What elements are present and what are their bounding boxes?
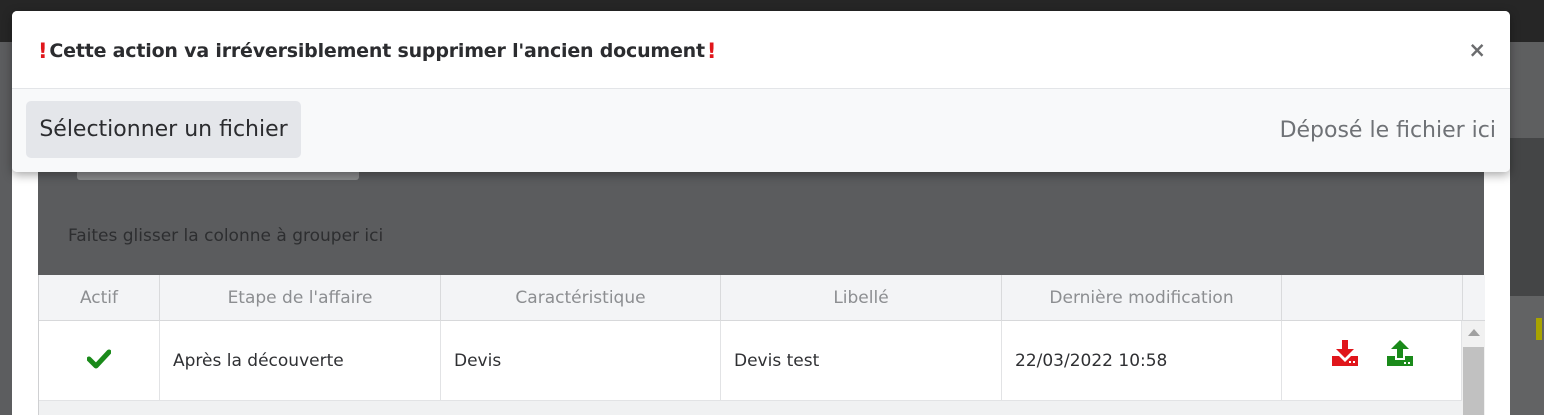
download-icon[interactable]: [1330, 339, 1360, 367]
scroll-up-arrow-icon[interactable]: [1468, 329, 1480, 336]
drop-hint: Déposé le fichier ici: [1279, 118, 1496, 143]
cell-caracteristique: Devis: [441, 321, 721, 401]
column-header-modification[interactable]: Dernière modification: [1002, 275, 1282, 321]
modal-title: ! Cette action va irréversiblement suppr…: [36, 39, 718, 63]
cell-actif: [39, 321, 160, 401]
upload-modal: ! Cette action va irréversiblement suppr…: [12, 11, 1510, 172]
modal-header: ! Cette action va irréversiblement suppr…: [12, 11, 1510, 89]
column-header-etape[interactable]: Etape de l'affaire: [160, 275, 441, 321]
table-header: Actif Etape de l'affaire Caractéristique…: [39, 275, 1485, 321]
scroll-thumb[interactable]: [1463, 347, 1484, 415]
page-right-block: [1510, 296, 1544, 415]
page-right-block: [1510, 138, 1544, 296]
column-header-actions: [1282, 275, 1463, 321]
table-scrollbar[interactable]: [1462, 321, 1485, 415]
select-file-button[interactable]: Sélectionner un fichier: [26, 101, 301, 158]
page-right-block: [1510, 42, 1544, 138]
file-drop-zone[interactable]: Sélectionner un fichier Déposé le fichie…: [12, 89, 1510, 172]
column-header-libelle[interactable]: Libellé: [721, 275, 1002, 321]
column-header-actif[interactable]: Actif: [39, 275, 160, 321]
modal-title-text: Cette action va irréversiblement supprim…: [49, 40, 705, 62]
cell-etape: Après la découverte: [160, 321, 441, 401]
cell-actions: [1282, 321, 1462, 401]
page-left-edge: [0, 42, 12, 415]
page-right-edge: [1510, 42, 1544, 415]
group-panel-hint: Faites glisser la colonne à grouper ici: [68, 226, 384, 246]
cell-libelle: Devis test: [721, 321, 1002, 401]
warning-exclamation-icon: !: [38, 39, 48, 63]
warning-exclamation-icon: !: [706, 39, 717, 63]
close-icon[interactable]: ×: [1468, 38, 1486, 62]
cell-modification: 22/03/2022 10:58: [1002, 321, 1282, 401]
column-header-caracteristique[interactable]: Caractéristique: [441, 275, 721, 321]
data-table: Actif Etape de l'affaire Caractéristique…: [38, 275, 1485, 415]
table-row[interactable]: Après la découverte Devis Devis test 22/…: [39, 321, 1462, 401]
page-highlight-mark: [1536, 318, 1542, 340]
table-row[interactable]: [39, 401, 1462, 415]
upload-icon[interactable]: [1385, 339, 1415, 367]
documents-grid: Faites glisser la colonne à grouper ici …: [12, 140, 1510, 415]
check-icon: [87, 349, 111, 369]
